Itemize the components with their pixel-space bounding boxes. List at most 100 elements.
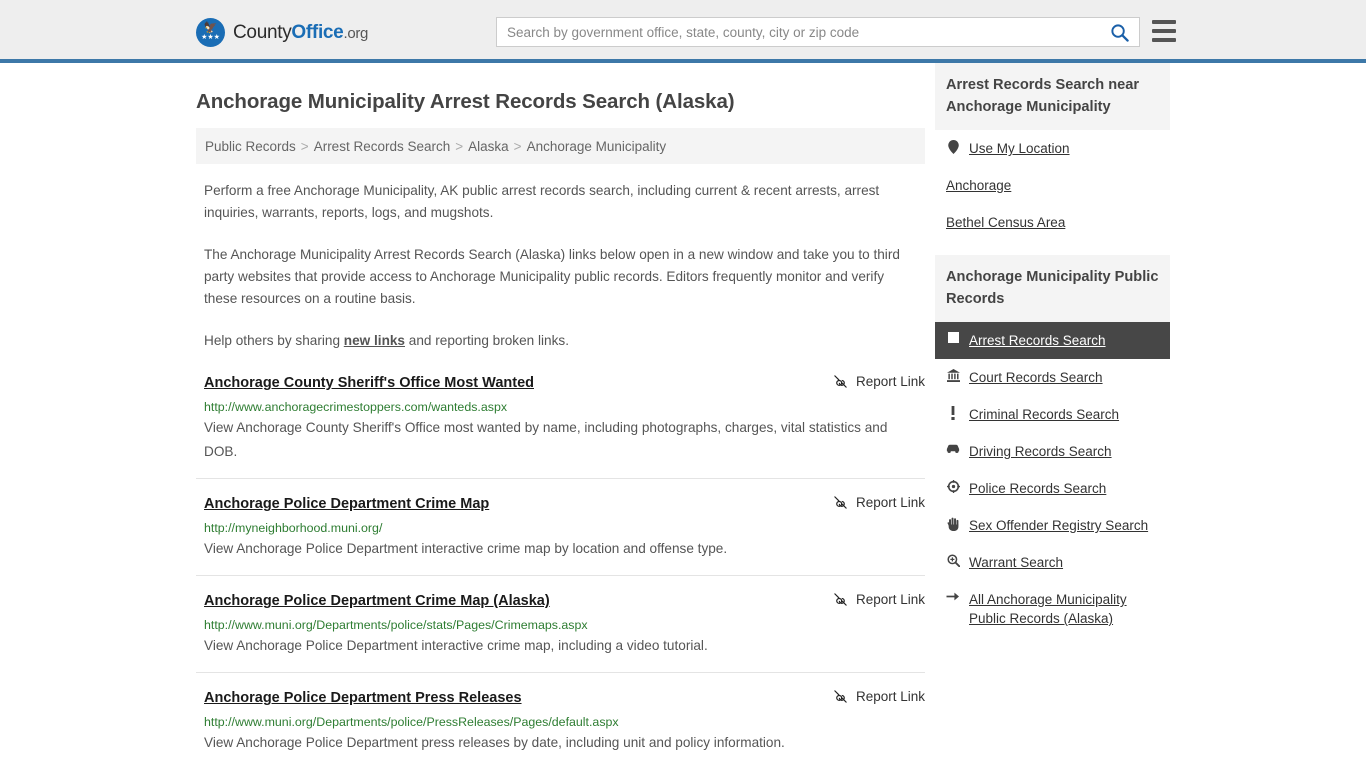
- results-list: Anchorage County Sheriff's Office Most W…: [196, 374, 925, 768]
- map-pin-icon: [946, 140, 960, 154]
- report-link-button[interactable]: Report Link: [833, 495, 925, 510]
- sidebar-item-label: Arrest Records Search: [969, 333, 1106, 348]
- magnifier-plus-icon: [946, 554, 960, 567]
- search-box: [496, 17, 1140, 47]
- breadcrumb-item-3[interactable]: Anchorage Municipality: [527, 139, 667, 154]
- breadcrumb-separator: >: [455, 138, 464, 154]
- eagle-seal-icon: 🦅 ★★★: [196, 18, 225, 47]
- logo-text-county: County: [233, 21, 292, 43]
- report-link-button[interactable]: Report Link: [833, 374, 925, 389]
- sidebar-item-label: Warrant Search: [969, 555, 1064, 570]
- report-link-label: Report Link: [855, 689, 925, 704]
- result-description: View Anchorage Police Department interac…: [204, 541, 728, 556]
- sidebar-item-bethel-census-area[interactable]: Bethel Census Area: [935, 204, 1170, 241]
- new-links-link[interactable]: new links: [344, 333, 405, 348]
- broken-link-icon: [834, 496, 847, 509]
- breadcrumb-item-0[interactable]: Public Records: [205, 139, 296, 154]
- list-item: Use My Location: [935, 130, 1170, 167]
- report-link-button[interactable]: Report Link: [833, 689, 925, 704]
- sidebar-item-all-public-records[interactable]: All Anchorage Municipality Public Record…: [935, 581, 1170, 637]
- page-body: Anchorage Municipality Arrest Records Se…: [0, 63, 1366, 768]
- intro-p3-before: Help others by sharing: [204, 333, 344, 348]
- sidebar-item-label: Sex Offender Registry Search: [969, 518, 1149, 533]
- report-link-button[interactable]: Report Link: [833, 592, 925, 607]
- sidebar-item-label: All Anchorage Municipality Public Record…: [969, 592, 1127, 626]
- sidebar-item-use-my-location[interactable]: Use My Location: [935, 130, 1170, 167]
- sidebar-item-anchorage[interactable]: Anchorage: [935, 167, 1170, 204]
- hamburger-menu-icon[interactable]: [1152, 20, 1176, 42]
- main-content: Anchorage Municipality Arrest Records Se…: [196, 63, 925, 768]
- list-item: Warrant Search: [935, 544, 1170, 581]
- arrow-right-icon: [946, 591, 960, 602]
- list-item: Sex Offender Registry Search: [935, 507, 1170, 544]
- sidebar-item-label: Anchorage: [946, 178, 1012, 193]
- hamburger-bar: [1152, 29, 1176, 33]
- result-url[interactable]: http://www.anchoragecrimestoppers.com/wa…: [204, 399, 925, 415]
- public-records-panel: Anchorage Municipality Public Records Ar…: [935, 255, 1170, 637]
- sidebar-item-police-records-search[interactable]: Police Records Search: [935, 470, 1170, 507]
- result-title-link[interactable]: Anchorage County Sheriff's Office Most W…: [204, 374, 534, 393]
- breadcrumb-separator: >: [513, 138, 522, 154]
- search-button[interactable]: [1099, 18, 1139, 46]
- list-item: All Anchorage Municipality Public Record…: [935, 581, 1170, 637]
- result-item: Anchorage Police Department Crime Map Re…: [196, 479, 925, 576]
- site-logo[interactable]: 🦅 ★★★ CountyOffice.org: [196, 18, 368, 47]
- hamburger-bar: [1152, 20, 1176, 24]
- logo-text: CountyOffice.org: [233, 22, 368, 44]
- result-item: Anchorage Police Department Crime Map (A…: [196, 576, 925, 673]
- exclamation-icon: [946, 406, 960, 420]
- sidebar-item-criminal-records-search[interactable]: Criminal Records Search: [935, 396, 1170, 433]
- broken-link-icon: [834, 593, 847, 606]
- near-panel: Arrest Records Search near Anchorage Mun…: [935, 63, 1170, 241]
- intro-section: Perform a free Anchorage Municipality, A…: [196, 180, 902, 352]
- search-input[interactable]: [497, 18, 1099, 46]
- breadcrumb-item-1[interactable]: Arrest Records Search: [314, 139, 451, 154]
- public-records-panel-heading: Anchorage Municipality Public Records: [935, 255, 1170, 322]
- near-panel-list: Use My Location Anchorage Bethel Census …: [935, 130, 1170, 241]
- report-link-label: Report Link: [855, 592, 925, 607]
- police-badge-icon: [946, 480, 960, 493]
- near-panel-heading: Arrest Records Search near Anchorage Mun…: [935, 63, 1170, 130]
- sidebar-item-label: Bethel Census Area: [946, 215, 1066, 230]
- sidebar-item-driving-records-search[interactable]: Driving Records Search: [935, 433, 1170, 470]
- report-link-label: Report Link: [855, 495, 925, 510]
- sidebar-item-arrest-records-search[interactable]: Arrest Records Search: [935, 322, 1170, 359]
- broken-link-icon: [834, 690, 847, 703]
- result-description: View Anchorage Police Department press r…: [204, 735, 785, 750]
- intro-p3-after: and reporting broken links.: [405, 333, 569, 348]
- sidebar: Arrest Records Search near Anchorage Mun…: [935, 63, 1170, 768]
- intro-paragraph-2: The Anchorage Municipality Arrest Record…: [204, 247, 900, 306]
- courthouse-icon: [946, 369, 960, 382]
- sidebar-item-label: Criminal Records Search: [969, 407, 1120, 422]
- report-link-label: Report Link: [855, 374, 925, 389]
- result-title-link[interactable]: Anchorage Police Department Crime Map: [204, 495, 489, 514]
- sidebar-item-sex-offender-registry-search[interactable]: Sex Offender Registry Search: [935, 507, 1170, 544]
- result-url[interactable]: http://myneighborhood.muni.org/: [204, 520, 925, 536]
- result-description: View Anchorage Police Department interac…: [204, 638, 708, 653]
- list-item: Arrest Records Search: [935, 322, 1170, 359]
- list-item: Police Records Search: [935, 470, 1170, 507]
- broken-link-icon: [834, 375, 847, 388]
- result-url[interactable]: http://www.muni.org/Departments/police/P…: [204, 714, 925, 730]
- intro-paragraph-1: Perform a free Anchorage Municipality, A…: [204, 183, 880, 220]
- result-url[interactable]: http://www.muni.org/Departments/police/s…: [204, 617, 925, 633]
- list-item: Anchorage: [935, 167, 1170, 204]
- intro-paragraph-3: Help others by sharing new links and rep…: [204, 330, 902, 352]
- sidebar-item-label: Police Records Search: [969, 481, 1107, 496]
- result-title-link[interactable]: Anchorage Police Department Crime Map (A…: [204, 592, 550, 611]
- list-item: Bethel Census Area: [935, 204, 1170, 241]
- result-description: View Anchorage County Sheriff's Office m…: [204, 420, 888, 459]
- sidebar-item-court-records-search[interactable]: Court Records Search: [935, 359, 1170, 396]
- public-records-list: Arrest Records Search Court Records Sear…: [935, 322, 1170, 637]
- logo-text-office: Office: [291, 21, 344, 43]
- sidebar-item-warrant-search[interactable]: Warrant Search: [935, 544, 1170, 581]
- result-item: Anchorage County Sheriff's Office Most W…: [196, 374, 925, 479]
- breadcrumb: Public Records > Arrest Records Search >…: [196, 128, 925, 164]
- logo-text-org: .org: [343, 24, 369, 42]
- breadcrumb-item-2[interactable]: Alaska: [468, 139, 509, 154]
- list-item: Criminal Records Search: [935, 396, 1170, 433]
- result-title-link[interactable]: Anchorage Police Department Press Releas…: [204, 689, 522, 708]
- list-item: Driving Records Search: [935, 433, 1170, 470]
- list-item: Court Records Search: [935, 359, 1170, 396]
- sidebar-item-label: Use My Location: [969, 141, 1070, 156]
